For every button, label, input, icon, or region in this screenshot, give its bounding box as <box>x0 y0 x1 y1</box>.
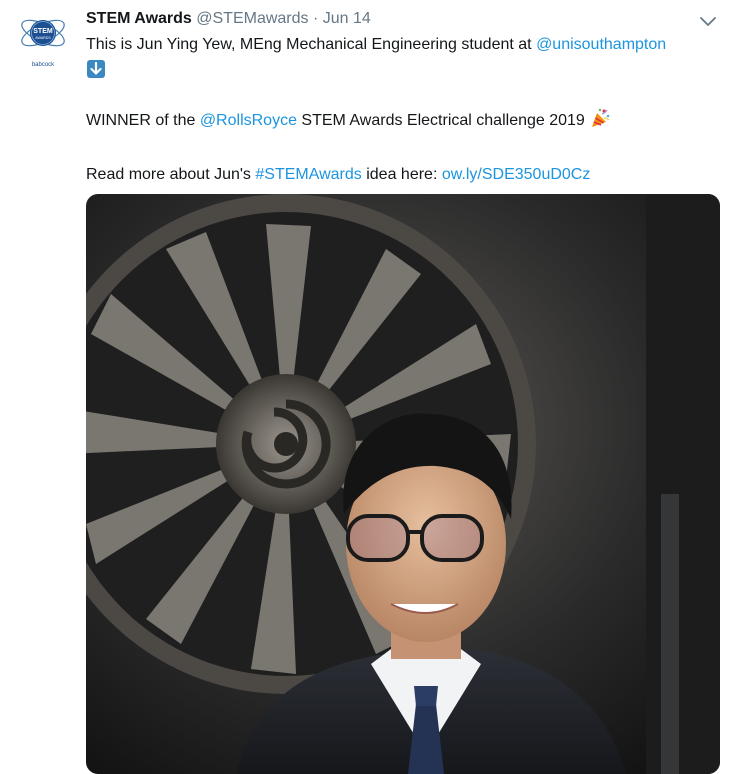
text-line-1: This is Jun Ying Yew, MEng Mechanical En… <box>86 36 537 53</box>
tweet[interactable]: STEM AWARDS babcock STEM Awards @STEMawa… <box>0 0 731 774</box>
separator: · <box>312 10 319 27</box>
atom-logo-icon: STEM AWARDS <box>21 19 65 47</box>
logo-text: STEM <box>33 28 53 35</box>
sponsor-logo: babcock <box>32 62 55 68</box>
down-arrow-icon <box>86 59 106 87</box>
chevron-down-icon[interactable] <box>698 14 718 28</box>
tweet-text: This is Jun Ying Yew, MEng Mechanical En… <box>86 33 726 187</box>
tweet-header: STEM Awards @STEMawards · Jun 14 <box>86 8 371 30</box>
mention-rollsroyce[interactable]: @RollsRoyce <box>200 112 297 129</box>
text-line-3-middle: idea here: <box>361 166 442 183</box>
text-line-3-prefix: Read more about Jun's <box>86 166 256 183</box>
handle[interactable]: @STEMawards <box>196 10 308 27</box>
text-line-2-prefix: WINNER of the <box>86 112 200 129</box>
text-line-2-suffix: STEM Awards Electrical challenge 2019 <box>296 112 585 129</box>
tweet-photo[interactable] <box>86 194 720 774</box>
party-popper-icon <box>589 107 611 137</box>
hashtag-stemawards[interactable]: #STEMAwards <box>255 166 361 183</box>
display-name[interactable]: STEM Awards <box>86 10 192 27</box>
tweet-url[interactable]: ow.ly/SDE350uD0Cz <box>442 166 591 183</box>
mention-unisouthampton[interactable]: @unisouthampton <box>536 36 666 53</box>
tweet-date[interactable]: Jun 14 <box>323 10 371 27</box>
logo-subtext: AWARDS <box>35 36 51 40</box>
avatar[interactable]: STEM AWARDS babcock <box>17 11 69 69</box>
